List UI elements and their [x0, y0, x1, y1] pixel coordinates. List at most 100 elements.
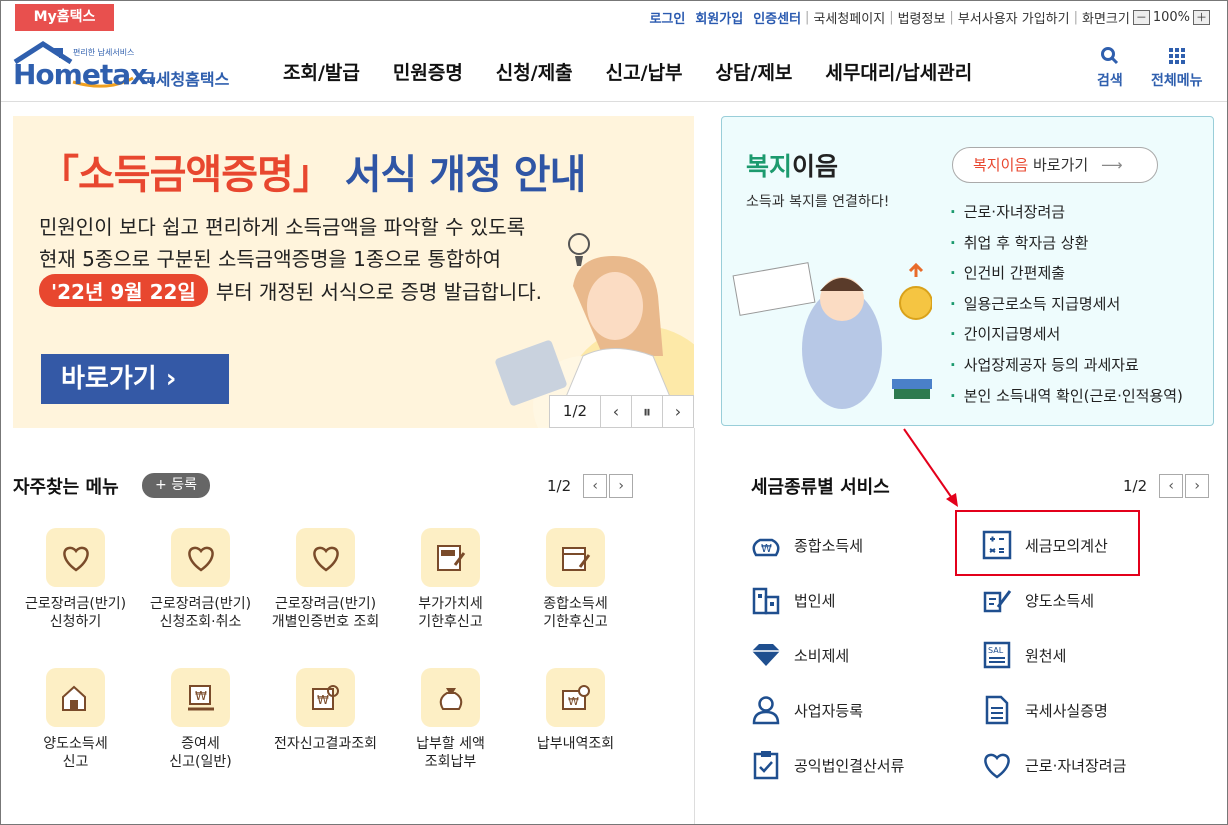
welfare-go-label: 바로가기 — [1032, 156, 1089, 174]
search-button[interactable]: 검색 — [1097, 46, 1123, 90]
calendar-pen-icon — [546, 528, 605, 587]
utility-links: 로그인 회원가입 인증센터 | 국세청페이지 | 법령정보 | 부서사용자 가입… — [639, 8, 1213, 27]
freq-item-label-2: 신고 — [62, 754, 89, 770]
chevron-right-icon: › — [618, 478, 624, 494]
tax-item-label: 근로·자녀장려금 — [1025, 756, 1127, 775]
tax-global-income[interactable]: ₩ 종합소득세 — [750, 529, 863, 561]
frequent-pager: 1/2 ‹ › — [547, 474, 634, 498]
freq-item-eitc-inquiry[interactable]: 근로장려금(반기) 신청조회·취소 — [138, 528, 263, 631]
welfare-go-button[interactable]: 복지이음 바로가기 ⟶ — [952, 147, 1158, 183]
tax-consumption[interactable]: 소비제세 — [750, 639, 849, 671]
tax-item-label: 사업자등록 — [794, 701, 864, 720]
zoom-in-button[interactable]: ＋ — [1193, 10, 1210, 25]
freq-item-label: 부가가치세 — [418, 596, 483, 612]
hometax-logo[interactable]: 편리한 납세서비스 Hometax. 국세청홈택스 — [13, 40, 243, 96]
my-hometax-tab[interactable]: My홈택스 — [15, 4, 114, 31]
welfare-title: 복지이음 — [746, 147, 838, 183]
freq-item-label: 근로장려금(반기) — [149, 596, 252, 612]
tax-item-label: 양도소득세 — [1025, 591, 1095, 610]
tax-withholding[interactable]: SAL 원천세 — [981, 639, 1066, 671]
tax-business-registration[interactable]: 사업자등록 — [750, 694, 863, 726]
logo-tagline: 편리한 납세서비스 — [73, 48, 135, 57]
cert-center-link[interactable]: 인증센터 — [753, 8, 801, 27]
all-menu-button[interactable]: 전체메뉴 — [1151, 46, 1203, 90]
nav-consult-report[interactable]: 상담/제보 — [716, 58, 793, 85]
tax-fact-certificate[interactable]: 국세사실증명 — [981, 694, 1108, 726]
banner-pause-button[interactable]: ⏸ — [631, 396, 662, 427]
tax-corporate[interactable]: 법인세 — [750, 584, 835, 616]
heart-hand-icon — [171, 528, 230, 587]
freq-item-gift-report[interactable]: ₩ 증여세 신고(일반) — [138, 668, 263, 771]
chevron-left-icon: ‹ — [592, 478, 598, 494]
payment-history-icon: ₩ — [546, 668, 605, 727]
house-pen-icon — [46, 668, 105, 727]
freq-item-eitc-apply[interactable]: 근로장려금(반기) 신청하기 — [13, 528, 138, 631]
frequent-prev-button[interactable]: ‹ — [583, 474, 608, 498]
law-info-link[interactable]: 법령정보 — [898, 8, 946, 27]
tax-capital-gains[interactable]: 양도소득세 — [981, 584, 1094, 616]
grid-menu-icon — [1168, 48, 1185, 64]
welfare-item[interactable]: 사업장제공자 등의 과세자료 — [950, 350, 1183, 381]
all-menu-label: 전체메뉴 — [1151, 73, 1203, 89]
welfare-item[interactable]: 인건비 간편제출 — [950, 258, 1183, 289]
frequent-next-button[interactable]: › — [609, 474, 634, 498]
zoom-out-button[interactable]: － — [1132, 10, 1150, 25]
chevron-left-icon: ‹ — [612, 402, 620, 421]
clipboard-check-icon — [750, 749, 782, 781]
zoom-level: 100% — [1152, 10, 1190, 25]
heart-hand-icon — [46, 528, 105, 587]
tax-eitc[interactable]: 근로·자녀장려금 — [981, 749, 1126, 781]
tax-item-label: 소비제세 — [794, 646, 850, 665]
welfare-item[interactable]: 간이지급명세서 — [950, 319, 1183, 350]
freq-item-label-2: 신청하기 — [49, 614, 102, 630]
nav-apply-submit[interactable]: 신청/제출 — [496, 58, 573, 85]
dept-user-signup-link[interactable]: 부서사용자 가입하기 — [958, 8, 1070, 27]
welfare-item[interactable]: 근로·자녀장려금 — [950, 197, 1183, 228]
frequent-page-indicator: 1/2 — [547, 477, 572, 495]
nav-civil-certificate[interactable]: 민원증명 — [393, 58, 463, 85]
login-link[interactable]: 로그인 — [649, 8, 685, 27]
logo-wordmark: Hometax. — [13, 58, 158, 91]
welfare-item[interactable]: 일용근로소득 지급명세서 — [950, 289, 1183, 320]
tax-prev-button[interactable]: ‹ — [1159, 474, 1184, 498]
freq-item-tax-due-pay[interactable]: 납부할 세액 조회납부 — [388, 668, 513, 771]
banner-prev-button[interactable]: ‹ — [600, 396, 631, 427]
welfare-item[interactable]: 본인 소득내역 확인(근로·인적용역) — [950, 381, 1183, 412]
register-button[interactable]: + 등록 — [142, 473, 210, 498]
banner-next-button[interactable]: › — [662, 396, 693, 427]
nav-inquiry-issue[interactable]: 조회/발급 — [283, 58, 360, 85]
won-gift-icon: ₩ — [171, 668, 230, 727]
svg-text:₩: ₩ — [568, 695, 579, 708]
freq-item-vat-late[interactable]: 부가가치세 기한후신고 — [388, 528, 513, 631]
banner-title-part-b: 서식 개정 안내 — [344, 152, 587, 198]
freq-item-eitc-cert-number[interactable]: 근로장려금(반기) 개별인증번호 조회 — [263, 528, 388, 631]
banner-body: 민원인이 보다 쉽고 편리하게 소득금액을 파악할 수 있도록 현재 5종으로 … — [39, 211, 525, 275]
nav-report-pay[interactable]: 신고/납부 — [606, 58, 683, 85]
freq-item-label: 납부내역조회 — [536, 736, 615, 752]
freq-item-payment-history[interactable]: ₩ 납부내역조회 — [513, 668, 638, 753]
nav-tax-agent[interactable]: 세무대리/납세관리 — [825, 58, 972, 85]
main-banner[interactable]: 「소득금액증명」 서식 개정 안내 민원인이 보다 쉽고 편리하게 소득금액을 … — [13, 116, 694, 428]
heart-icon — [981, 749, 1013, 781]
frequent-menu-title: 자주찾는 메뉴 — [13, 477, 119, 498]
page-frame: My홈택스 로그인 회원가입 인증센터 | 국세청페이지 | 법령정보 | 부서… — [0, 0, 1228, 825]
banner-date-badge: '22년 9월 22일 — [39, 274, 208, 307]
tax-public-corp-settlement[interactable]: 공익법인결산서류 — [750, 749, 904, 781]
freq-item-label: 납부할 세액 — [416, 736, 485, 752]
welfare-item[interactable]: 취업 후 학자금 상환 — [950, 228, 1183, 259]
svg-text:₩: ₩ — [317, 693, 329, 707]
freq-item-transfer-report[interactable]: 양도소득세 신고 — [13, 668, 138, 771]
freq-item-efiling-result[interactable]: ₩ 전자신고결과조회 — [263, 668, 388, 753]
freq-item-label: 종합소득세 — [543, 596, 608, 612]
freq-item-label: 전자신고결과조회 — [273, 736, 378, 752]
freq-item-label-2: 신고(일반) — [169, 754, 232, 770]
freq-item-income-late[interactable]: 종합소득세 기한후신고 — [513, 528, 638, 631]
banner-go-button[interactable]: 바로가기 › — [41, 354, 229, 404]
logo-korean-name: 국세청홈택스 — [141, 70, 230, 89]
svg-text:₩: ₩ — [195, 689, 207, 703]
nts-page-link[interactable]: 국세청페이지 — [813, 8, 885, 27]
tax-next-button[interactable]: › — [1185, 474, 1210, 498]
won-magnifier-icon: ₩ — [296, 668, 355, 727]
svg-text:₩: ₩ — [761, 542, 772, 555]
signup-link[interactable]: 회원가입 — [695, 8, 743, 27]
